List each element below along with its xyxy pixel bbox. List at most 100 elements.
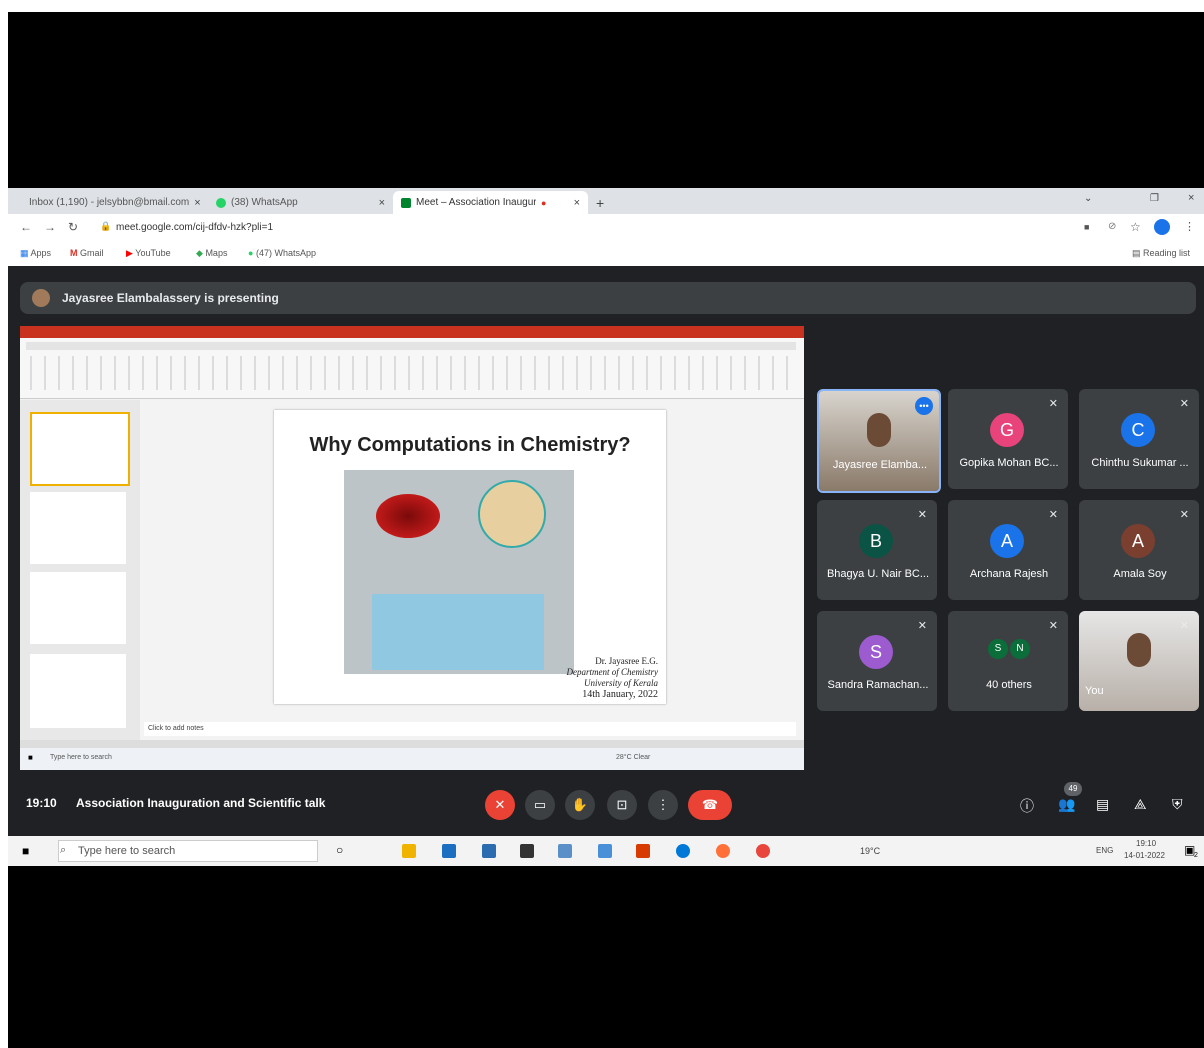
meeting-title: Association Inauguration and Scientific …: [76, 796, 326, 810]
restore-icon[interactable]: ❐: [1150, 193, 1159, 204]
forward-icon[interactable]: →: [44, 220, 56, 234]
address-bar-row: ← → ↻ 🔒 meet.google.com/cij-dfdv-hzk?pli…: [8, 214, 1204, 243]
bookmark-youtube[interactable]: ▶ YouTube: [126, 248, 171, 259]
reload-icon[interactable]: ↻: [68, 220, 78, 234]
meet-icon: [401, 197, 411, 208]
tab-search-icon[interactable]: ⌄: [1084, 193, 1092, 204]
leave-call-button[interactable]: ☎: [688, 790, 732, 820]
taskbar-language[interactable]: ENG: [1096, 846, 1113, 855]
mic-muted-icon: ✕: [917, 509, 927, 521]
notes-pane[interactable]: Click to add notes: [144, 722, 796, 736]
photos-icon[interactable]: [598, 844, 612, 858]
participant-tile[interactable]: C ✕ Chinthu Sukumar ...: [1079, 389, 1199, 489]
present-button[interactable]: ⊡: [607, 790, 637, 820]
slide-canvas[interactable]: Why Computations in Chemistry? Dr. Jayas…: [274, 410, 666, 704]
people-button[interactable]: 👥: [1058, 796, 1075, 813]
raise-hand-button[interactable]: ✋: [565, 790, 595, 820]
bookmark-gmail[interactable]: M Gmail: [70, 248, 104, 258]
participant-tile[interactable]: ••• Jayasree Elamba...: [817, 389, 941, 493]
taskbar-search-text: Type here to search: [78, 845, 176, 857]
chat-icon[interactable]: ▤: [1096, 796, 1109, 813]
participant-tile[interactable]: S ✕ Sandra Ramachan...: [817, 611, 937, 711]
new-tab-button[interactable]: +: [588, 191, 612, 214]
tab-meet[interactable]: Meet – Association Inaugura ● ×: [393, 191, 588, 214]
more-options-button[interactable]: ⋮: [648, 790, 678, 820]
info-icon[interactable]: ⓘ: [1020, 796, 1034, 816]
tab-label: (38) WhatsApp: [231, 197, 298, 208]
ppt-status-bar: [20, 740, 804, 748]
camera-icon[interactable]: ■: [1084, 222, 1089, 232]
bookmark-whatsapp[interactable]: ● (47) WhatsApp: [248, 248, 316, 258]
edge-icon[interactable]: [676, 844, 690, 858]
participant-name: Archana Rajesh: [969, 568, 1049, 580]
participant-avatar: C: [1121, 413, 1155, 447]
bookmark-maps[interactable]: ◆ Maps: [196, 248, 227, 259]
participant-tile[interactable]: A ✕ Amala Soy: [1079, 500, 1199, 600]
camera-button[interactable]: ▭: [525, 790, 555, 820]
mic-off-button[interactable]: ✕: [485, 790, 515, 820]
slide-title: Why Computations in Chemistry?: [309, 434, 631, 456]
close-icon[interactable]: ×: [574, 197, 580, 209]
taskbar-weather[interactable]: 19°C: [860, 846, 880, 856]
menu-icon[interactable]: ⋮: [1184, 220, 1195, 233]
store-icon[interactable]: [442, 844, 456, 858]
presenter-avatar: [32, 289, 50, 307]
slide-thumbnail[interactable]: [30, 654, 126, 728]
participant-name: Sandra Ramachan...: [827, 679, 929, 691]
file-explorer-icon[interactable]: [402, 844, 416, 858]
participant-tile[interactable]: S N ✕ 40 others: [948, 611, 1068, 711]
more-options-icon[interactable]: •••: [915, 397, 933, 415]
participant-avatar: S: [859, 635, 893, 669]
participant-tile[interactable]: ✕ You: [1079, 611, 1199, 711]
close-icon[interactable]: ×: [194, 197, 200, 209]
slide-thumbnail[interactable]: [30, 572, 126, 644]
back-icon[interactable]: ←: [20, 220, 32, 234]
extension-icon[interactable]: ⊘: [1108, 221, 1116, 232]
taskbar-date[interactable]: 14-01-2022: [1124, 851, 1165, 860]
present-icon: ⊡: [616, 797, 628, 812]
shared-taskbar: ■ Type here to search 28°C Clear: [20, 748, 804, 770]
participant-count-badge: 49: [1064, 782, 1082, 796]
mail-icon[interactable]: [482, 844, 496, 858]
url-field[interactable]: meet.google.com/cij-dfdv-hzk?pli=1: [116, 222, 273, 233]
hand-icon: ✋: [571, 797, 589, 812]
star-icon[interactable]: ☆: [1130, 220, 1141, 234]
participant-tile[interactable]: B ✕ Bhagya U. Nair BC...: [817, 500, 937, 600]
meeting-time: 19:10: [26, 796, 57, 810]
app-icon[interactable]: [558, 844, 572, 858]
apps-icon: ▦: [20, 248, 29, 258]
window-close-icon[interactable]: ×: [1188, 192, 1194, 204]
shared-screen[interactable]: Why Computations in Chemistry? Dr. Jayas…: [20, 326, 804, 770]
slide-thumbnail[interactable]: [30, 492, 126, 564]
tab-whatsapp[interactable]: (38) WhatsApp ×: [208, 191, 393, 214]
participant-face: [867, 413, 891, 447]
cortana-icon[interactable]: ○: [336, 843, 343, 857]
lock-icon: 🔒: [100, 221, 112, 231]
ppt-title-bar: [20, 326, 804, 338]
office-icon[interactable]: [636, 844, 650, 858]
mic-muted-icon: ✕: [1048, 620, 1058, 632]
slide-illustration: [344, 470, 574, 674]
more-icon: ⋮: [656, 797, 670, 812]
ppt-ribbon: [20, 338, 804, 399]
windows-start-icon[interactable]: ■: [22, 844, 29, 858]
dropbox-icon[interactable]: [520, 844, 534, 858]
participant-name: Gopika Mohan BC...: [959, 457, 1059, 469]
tab-gmail[interactable]: Inbox (1,190) - jelsybbn@bmail.com ×: [16, 191, 206, 214]
close-icon[interactable]: ×: [379, 197, 385, 209]
chrome-icon[interactable]: [756, 844, 770, 858]
taskbar-time[interactable]: 19:10: [1136, 839, 1156, 848]
protein-structure-image: [478, 480, 546, 548]
activities-icon[interactable]: ⟁: [1134, 796, 1147, 813]
host-controls-icon[interactable]: ⛨: [1172, 796, 1183, 813]
profile-avatar[interactable]: [1154, 219, 1170, 235]
reading-list[interactable]: ▤ Reading list: [1132, 248, 1190, 259]
slide-thumbnail[interactable]: [30, 412, 130, 486]
participant-tile[interactable]: A ✕ Archana Rajesh: [948, 500, 1068, 600]
participant-name: Amala Soy: [1113, 568, 1167, 580]
bookmark-apps[interactable]: ▦ Apps: [20, 248, 51, 259]
whatsapp-icon: [216, 197, 226, 208]
participant-tile[interactable]: G ✕ Gopika Mohan BC...: [948, 389, 1068, 489]
firefox-icon[interactable]: [716, 844, 730, 858]
youtube-icon: ▶: [126, 248, 133, 258]
